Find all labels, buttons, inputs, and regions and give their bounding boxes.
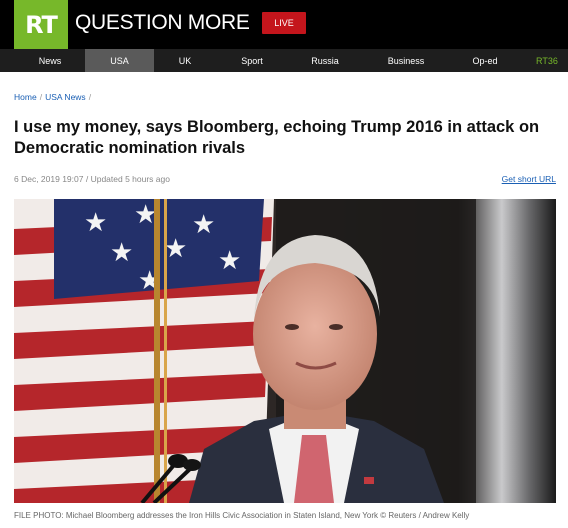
- get-short-url-link[interactable]: Get short URL: [502, 174, 556, 184]
- svg-text:★: ★: [192, 210, 215, 240]
- article-meta: 6 Dec, 2019 19:07 / Updated 5 hours ago: [14, 174, 170, 184]
- photo-illustration: ★ ★ ★ ★ ★ ★ ★: [14, 199, 556, 503]
- nav-item-rt360[interactable]: RT36: [536, 49, 568, 72]
- breadcrumb-home[interactable]: Home: [14, 92, 37, 102]
- breadcrumb-usa-news[interactable]: USA News: [45, 92, 86, 102]
- live-button[interactable]: LIVE: [262, 12, 306, 34]
- nav-item-sport[interactable]: Sport: [226, 49, 278, 72]
- top-header: RT QUESTION MORE LIVE: [0, 0, 568, 49]
- main-nav: News USA UK Sport Russia Business Op-ed …: [0, 49, 568, 72]
- updated-time: / Updated 5 hours ago: [85, 174, 170, 184]
- breadcrumb: Home / USA News /: [14, 92, 94, 102]
- breadcrumb-separator: /: [88, 92, 92, 102]
- article-photo[interactable]: ★ ★ ★ ★ ★ ★ ★: [14, 199, 556, 503]
- nav-item-usa[interactable]: USA: [85, 49, 154, 72]
- rt-logo[interactable]: RT: [14, 0, 68, 49]
- nav-item-news[interactable]: News: [24, 49, 76, 72]
- site-tagline: QUESTION MORE: [75, 11, 250, 34]
- nav-item-uk[interactable]: UK: [160, 49, 210, 72]
- svg-text:★: ★: [218, 246, 241, 276]
- svg-text:★: ★: [84, 208, 107, 238]
- svg-text:★: ★: [164, 234, 187, 264]
- article-title: I use my money, says Bloomberg, echoing …: [14, 118, 540, 157]
- nav-item-russia[interactable]: Russia: [298, 49, 352, 72]
- nav-item-business[interactable]: Business: [376, 49, 436, 72]
- svg-text:★: ★: [110, 238, 133, 268]
- nav-item-op-ed[interactable]: Op-ed: [460, 49, 510, 72]
- publish-date: 6 Dec, 2019 19:07: [14, 174, 84, 184]
- svg-text:★: ★: [134, 200, 157, 230]
- breadcrumb-separator: /: [39, 92, 43, 102]
- photo-caption: FILE PHOTO: Michael Bloomberg addresses …: [14, 511, 470, 520]
